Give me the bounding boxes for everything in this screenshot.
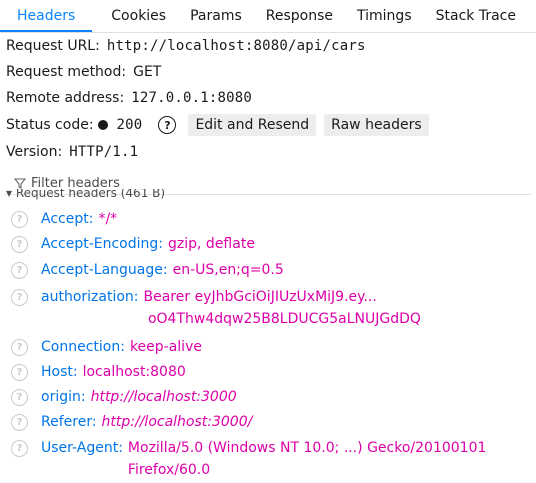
header-row-accept-language: ? Accept-Language: en-US,en;q=0.5 <box>0 259 536 286</box>
status-code-value: 200 <box>116 117 143 133</box>
tab-timings[interactable]: Timings <box>345 0 424 32</box>
tab-cookies[interactable]: Cookies <box>92 0 178 32</box>
tab-response[interactable]: Response <box>254 0 345 32</box>
version-value: HTTP/1.1 <box>69 144 139 160</box>
version-label: Version: <box>6 144 63 160</box>
header-value: en-US,en;q=0.5 <box>172 262 284 278</box>
help-icon[interactable]: ? <box>11 339 28 356</box>
request-headers-list: ? Accept: */* ? Accept-Encoding: gzip, d… <box>0 208 536 482</box>
header-name: origin: <box>41 389 86 405</box>
help-icon[interactable]: ? <box>11 414 28 431</box>
filter-icon <box>13 178 27 189</box>
remote-address-value: 127.0.0.1:8080 <box>131 90 252 106</box>
tab-headers[interactable]: Headers <box>0 0 93 32</box>
help-icon[interactable]: ? <box>11 289 28 306</box>
header-value: http://localhost:3000/ <box>101 414 253 430</box>
header-name: Host: <box>41 364 78 380</box>
request-method-row: Request method: GET <box>6 59 534 85</box>
header-value: Bearer eyJhbGciOiJIUzUxMiJ9.ey... oO4Thw… <box>143 289 421 327</box>
header-value: Mozilla/5.0 (Windows NT 10.0; ...) Gecko… <box>127 440 487 478</box>
version-row: Version: HTTP/1.1 <box>6 139 534 165</box>
status-dot-icon <box>97 120 108 130</box>
chevron-down-icon: ▾ <box>6 189 16 200</box>
help-icon[interactable]: ? <box>11 389 28 406</box>
remote-address-label: Remote address: <box>6 90 125 106</box>
header-row-user-agent: ? User-Agent: Mozilla/5.0 (Windows NT 10… <box>0 437 536 482</box>
help-icon[interactable]: ? <box>11 236 28 253</box>
header-row-connection: ? Connection: keep-alive <box>0 336 536 361</box>
remote-address-row: Remote address: 127.0.0.1:8080 <box>6 85 534 111</box>
help-icon[interactable]: ? <box>11 262 28 279</box>
request-method-label: Request method: <box>6 64 127 80</box>
header-name: Accept: <box>41 211 94 227</box>
help-icon[interactable]: ? <box>11 211 28 228</box>
header-row-authorization: ? authorization: Bearer eyJhbGciOiJIUzUx… <box>0 286 536 336</box>
header-name: Accept-Language: <box>41 262 168 278</box>
status-code-label: Status code: <box>6 117 94 133</box>
request-summary: Request URL: http://localhost:8080/api/c… <box>6 33 534 165</box>
help-icon[interactable]: ? <box>11 440 28 457</box>
request-url-value: http://localhost:8080/api/cars <box>106 38 366 54</box>
help-icon[interactable]: ? <box>11 364 28 381</box>
tab-bar: Headers Cookies Params Response Timings … <box>0 0 536 33</box>
header-row-accept: ? Accept: */* <box>0 208 536 233</box>
help-icon[interactable]: ? <box>158 116 177 134</box>
header-name: Referer: <box>41 414 97 430</box>
header-row-accept-encoding: ? Accept-Encoding: gzip, deflate <box>0 233 536 259</box>
header-name: Accept-Encoding: <box>41 236 164 252</box>
header-value: http://localhost:3000 <box>90 389 237 405</box>
header-value: localhost:8080 <box>82 364 186 380</box>
header-name: User-Agent: <box>41 440 123 456</box>
status-code-row: Status code: 200 ? Edit and Resend Raw h… <box>6 111 534 139</box>
tab-stack-trace[interactable]: Stack Trace <box>424 0 528 32</box>
header-row-host: ? Host: localhost:8080 <box>0 361 536 386</box>
header-row-referer: ? Referer: http://localhost:3000/ <box>0 411 536 437</box>
header-value: */* <box>98 211 118 227</box>
header-name: authorization: <box>41 289 139 305</box>
request-url-label: Request URL: <box>6 38 100 54</box>
raw-headers-button[interactable]: Raw headers <box>324 114 429 136</box>
tab-params[interactable]: Params <box>178 0 254 32</box>
request-headers-title: Request headers (461 B) <box>15 189 166 200</box>
request-headers-section-header[interactable]: ▾ Request headers (461 B) <box>6 189 165 203</box>
header-value: keep-alive <box>129 339 202 355</box>
header-row-origin: ? origin: http://localhost:3000 <box>0 386 536 411</box>
header-name: Connection: <box>41 339 125 355</box>
request-url-row: Request URL: http://localhost:8080/api/c… <box>6 33 534 59</box>
request-method-value: GET <box>133 64 162 80</box>
header-value: gzip, deflate <box>168 236 255 252</box>
edit-and-resend-button[interactable]: Edit and Resend <box>188 114 317 136</box>
